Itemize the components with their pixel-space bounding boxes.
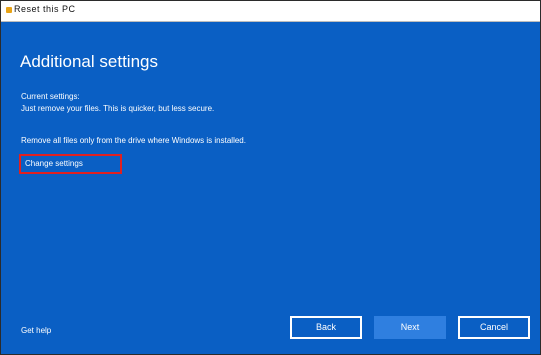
- change-settings-link[interactable]: Change settings: [19, 154, 122, 174]
- get-help-link[interactable]: Get help: [21, 326, 51, 335]
- cancel-button[interactable]: Cancel: [458, 316, 530, 339]
- app-icon: [6, 7, 12, 13]
- setting-drive-scope: Remove all files only from the drive whe…: [21, 136, 246, 145]
- page-heading: Additional settings: [20, 52, 158, 71]
- window-title: Reset this PC: [14, 4, 76, 14]
- current-settings-label: Current settings:: [21, 92, 80, 101]
- setting-remove-files: Just remove your files. This is quicker,…: [21, 104, 215, 113]
- title-bar: Reset this PC: [1, 1, 540, 22]
- back-button[interactable]: Back: [290, 316, 362, 339]
- reset-pc-window: Reset this PC Additional settings Curren…: [0, 0, 541, 355]
- next-button[interactable]: Next: [374, 316, 446, 339]
- content-panel: Additional settings Current settings: Ju…: [1, 22, 540, 354]
